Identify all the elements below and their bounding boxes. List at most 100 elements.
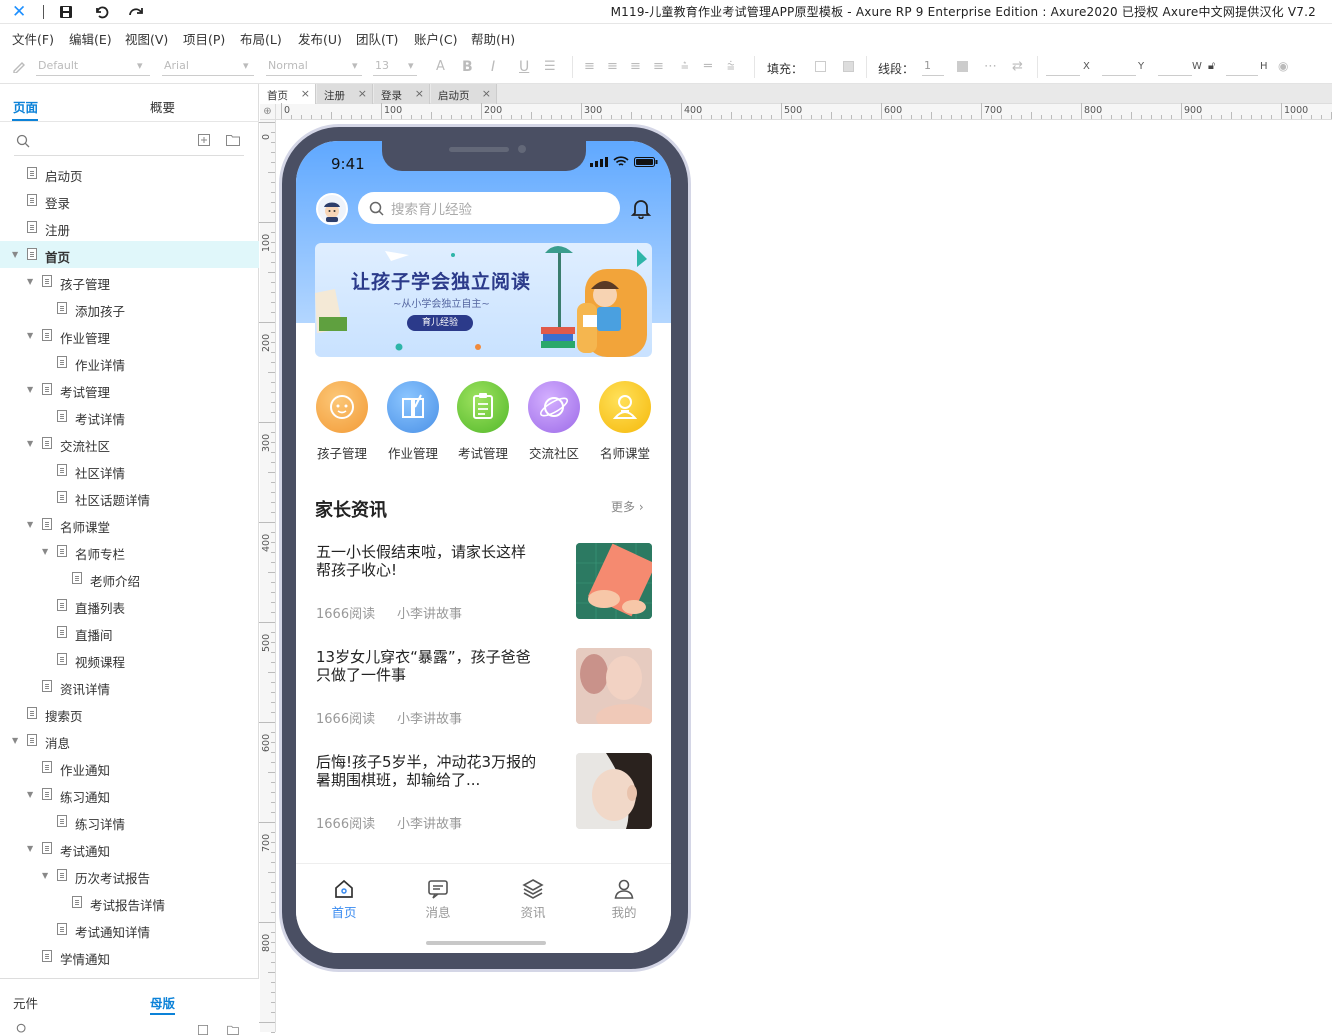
italic-icon[interactable]: I bbox=[491, 59, 495, 75]
tree-item[interactable]: ▼ 名师课堂 bbox=[0, 511, 259, 538]
tree-item[interactable]: ▼ 交流社区 bbox=[0, 430, 259, 457]
tree-item[interactable]: 资讯详情 bbox=[0, 673, 259, 700]
quick-exam-management[interactable] bbox=[457, 381, 509, 433]
underline-icon[interactable]: U bbox=[519, 59, 529, 75]
doc-tab-register[interactable]: 注册 × bbox=[317, 84, 373, 104]
menu-project[interactable]: 项目(P) bbox=[183, 29, 225, 48]
expand-arrow-icon[interactable]: ▼ bbox=[42, 547, 48, 556]
add-folder-icon[interactable] bbox=[226, 1025, 240, 1035]
quick-child-management[interactable] bbox=[316, 381, 368, 433]
tab-messages[interactable]: 消息 bbox=[408, 878, 468, 921]
tree-item[interactable]: 注册 bbox=[0, 214, 259, 241]
align-top-icon[interactable]: ⩮ bbox=[681, 59, 689, 74]
expand-arrow-icon[interactable]: ▼ bbox=[27, 844, 33, 853]
tree-item[interactable]: 学情通知 bbox=[0, 943, 259, 970]
close-icon[interactable]: × bbox=[482, 87, 491, 100]
align-bottom-icon[interactable]: ⩭ bbox=[727, 59, 735, 74]
tree-item[interactable]: ▼ 考试管理 bbox=[0, 376, 259, 403]
y-input[interactable] bbox=[1102, 75, 1136, 76]
tree-item[interactable]: ▼ 孩子管理 bbox=[0, 268, 259, 295]
tab-pages[interactable]: 页面 bbox=[13, 97, 38, 116]
banner-button[interactable]: 育儿经验 bbox=[407, 315, 473, 331]
tree-item[interactable]: ▼ 消息 bbox=[0, 727, 259, 754]
more-link[interactable]: 更多 › bbox=[611, 498, 644, 515]
menu-view[interactable]: 视图(V) bbox=[125, 29, 168, 48]
add-folder-icon[interactable] bbox=[226, 134, 240, 146]
tab-news[interactable]: 资讯 bbox=[503, 878, 563, 921]
visibility-eye-icon[interactable]: ◉ bbox=[1278, 59, 1288, 73]
save-icon[interactable] bbox=[58, 4, 74, 20]
expand-arrow-icon[interactable]: ▼ bbox=[27, 277, 33, 286]
tree-item[interactable]: 考试报告详情 bbox=[0, 889, 259, 916]
tree-item[interactable]: 老师介绍 bbox=[0, 565, 259, 592]
quick-community[interactable] bbox=[528, 381, 580, 433]
expand-arrow-icon[interactable]: ▼ bbox=[27, 790, 33, 799]
font-color-icon[interactable]: A bbox=[436, 59, 445, 74]
tree-item[interactable]: 考试通知详情 bbox=[0, 916, 259, 943]
menu-team[interactable]: 团队(T) bbox=[356, 29, 398, 48]
promo-banner[interactable]: 让孩子学会独立阅读 ~从小学会独立自主~ 育儿经验 bbox=[315, 243, 652, 357]
bullet-list-icon[interactable]: ☰ bbox=[544, 59, 556, 74]
justify-icon[interactable]: ≡ bbox=[653, 59, 664, 74]
undo-icon[interactable] bbox=[93, 4, 109, 20]
doc-tab-login[interactable]: 登录 × bbox=[374, 84, 430, 104]
w-input[interactable] bbox=[1158, 75, 1192, 76]
bold-icon[interactable]: B bbox=[462, 59, 473, 75]
menu-file[interactable]: 文件(F) bbox=[12, 29, 54, 48]
font-select[interactable]: Arial bbox=[164, 59, 189, 72]
expand-arrow-icon[interactable]: ▼ bbox=[12, 736, 18, 745]
tab-home[interactable]: 首页 bbox=[314, 878, 374, 921]
tree-item[interactable]: 直播列表 bbox=[0, 592, 259, 619]
tree-item[interactable]: 考试详情 bbox=[0, 403, 259, 430]
tree-item[interactable]: 社区话题详情 bbox=[0, 484, 259, 511]
tree-item[interactable]: ▼ 名师专栏 bbox=[0, 538, 259, 565]
align-left-icon[interactable]: ≡ bbox=[584, 59, 595, 74]
doc-tab-home[interactable]: 首页 × bbox=[260, 84, 316, 104]
tree-item[interactable]: 视频课程 bbox=[0, 646, 259, 673]
close-icon[interactable]: × bbox=[301, 87, 310, 100]
tree-item[interactable]: 社区详情 bbox=[0, 457, 259, 484]
page-search-input[interactable] bbox=[14, 128, 244, 156]
x-input[interactable] bbox=[1046, 75, 1080, 76]
line-color-swatch[interactable] bbox=[957, 61, 968, 72]
tab-widgets[interactable]: 元件 bbox=[13, 993, 38, 1012]
menu-edit[interactable]: 编辑(E) bbox=[69, 29, 112, 48]
format-painter-icon[interactable] bbox=[12, 59, 28, 73]
tree-item[interactable]: 直播间 bbox=[0, 619, 259, 646]
weight-select[interactable]: Normal bbox=[268, 59, 308, 72]
size-select[interactable]: 13 bbox=[375, 59, 389, 72]
tree-item[interactable]: 添加孩子 bbox=[0, 295, 259, 322]
quick-homework-management[interactable] bbox=[387, 381, 439, 433]
lock-icon[interactable]: 🔓︎ bbox=[1208, 59, 1215, 73]
expand-arrow-icon[interactable]: ▼ bbox=[27, 331, 33, 340]
tree-item[interactable]: 启动页 bbox=[0, 160, 259, 187]
quick-teacher-class[interactable] bbox=[599, 381, 651, 433]
h-input[interactable] bbox=[1226, 75, 1258, 76]
expand-arrow-icon[interactable]: ▼ bbox=[42, 871, 48, 880]
tree-item[interactable]: ▼ 练习通知 bbox=[0, 781, 259, 808]
fill-shadow-swatch[interactable] bbox=[843, 61, 854, 72]
tab-profile[interactable]: 我的 bbox=[594, 878, 654, 921]
close-icon[interactable]: × bbox=[358, 87, 367, 100]
menu-help[interactable]: 帮助(H) bbox=[471, 29, 515, 48]
menu-account[interactable]: 账户(C) bbox=[414, 29, 457, 48]
doc-tab-splash[interactable]: 启动页 × bbox=[431, 84, 497, 104]
align-center-icon[interactable]: ≡ bbox=[607, 59, 618, 74]
expand-arrow-icon[interactable]: ▼ bbox=[12, 250, 18, 259]
tree-item[interactable]: ▼ 考试通知 bbox=[0, 835, 259, 862]
menu-publish[interactable]: 发布(U) bbox=[298, 29, 342, 48]
tree-item[interactable]: 搜索页 bbox=[0, 700, 259, 727]
redo-icon[interactable] bbox=[128, 4, 144, 20]
tree-item[interactable]: ▼ 作业管理 bbox=[0, 322, 259, 349]
arrow-style-icon[interactable]: ⇄ bbox=[1012, 59, 1023, 74]
tab-outline[interactable]: 概要 bbox=[150, 97, 175, 116]
ruler-corner-icon[interactable]: ⊕ bbox=[260, 104, 276, 120]
tree-item[interactable]: 作业通知 bbox=[0, 754, 259, 781]
align-middle-icon[interactable]: ═ bbox=[704, 59, 712, 74]
search-input[interactable]: 搜索育儿经验 bbox=[358, 192, 620, 224]
line-style-icon[interactable]: ⋯ bbox=[984, 59, 997, 74]
align-right-icon[interactable]: ≡ bbox=[630, 59, 641, 74]
line-width-input[interactable]: 1 bbox=[924, 59, 931, 72]
tree-item[interactable]: 作业详情 bbox=[0, 349, 259, 376]
avatar[interactable] bbox=[316, 193, 348, 225]
